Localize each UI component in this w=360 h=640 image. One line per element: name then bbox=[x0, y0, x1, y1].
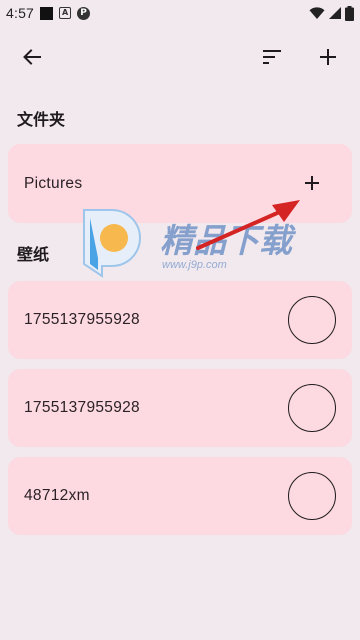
status-time: 4:57 bbox=[6, 5, 35, 21]
add-icon bbox=[305, 176, 319, 190]
signal-icon bbox=[329, 7, 341, 19]
battery-icon bbox=[345, 5, 354, 21]
wallpaper-item[interactable]: 1755137955928 bbox=[8, 369, 352, 447]
status-bar: 4:57 A P bbox=[0, 0, 360, 26]
watermark-brand: 精品下载 bbox=[160, 221, 297, 260]
select-radio[interactable] bbox=[288, 296, 336, 344]
watermark-url: www.j9p.com bbox=[162, 259, 227, 271]
screen: 4:57 A P 文件夹 Pictures 壁纸 1755137955928 1… bbox=[0, 0, 360, 640]
arrow-back-icon bbox=[23, 49, 41, 65]
wallpaper-item[interactable]: 48712xm bbox=[8, 457, 352, 535]
wallpaper-label: 48712xm bbox=[24, 487, 90, 504]
wallpaper-label: 1755137955928 bbox=[24, 399, 140, 416]
p-circle-icon: P bbox=[77, 6, 91, 20]
folders-heading: 文件夹 bbox=[17, 110, 66, 129]
add-icon bbox=[320, 49, 336, 65]
status-right bbox=[309, 5, 354, 21]
sort-button[interactable] bbox=[252, 37, 292, 77]
a-box-icon: A bbox=[59, 7, 72, 19]
notification-square-icon bbox=[40, 6, 54, 20]
wifi-icon bbox=[309, 7, 325, 20]
folder-card-pictures[interactable]: Pictures bbox=[8, 144, 352, 223]
sort-icon bbox=[263, 50, 281, 64]
select-radio[interactable] bbox=[288, 472, 336, 520]
wallpapers-heading: 壁纸 bbox=[17, 245, 50, 264]
back-button[interactable] bbox=[12, 37, 52, 77]
folder-label: Pictures bbox=[24, 174, 83, 192]
wallpaper-label: 1755137955928 bbox=[24, 311, 140, 328]
wallpaper-item[interactable]: 1755137955928 bbox=[8, 281, 352, 359]
status-left: 4:57 A P bbox=[6, 5, 91, 21]
app-bar bbox=[0, 32, 360, 82]
add-to-folder-button[interactable] bbox=[300, 171, 324, 195]
select-radio[interactable] bbox=[288, 384, 336, 432]
add-button[interactable] bbox=[308, 37, 348, 77]
